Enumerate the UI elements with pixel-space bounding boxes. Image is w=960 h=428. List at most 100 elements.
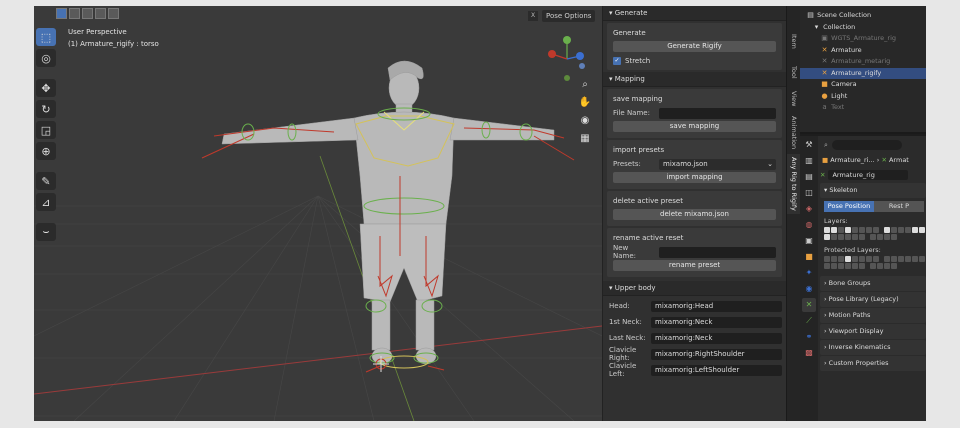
outliner-row-collection[interactable]: ▾ Collection [800,22,926,34]
layer-button[interactable] [831,256,837,262]
scale-icon[interactable]: ◲ [36,121,56,139]
pose-position-button[interactable]: Pose Position [824,201,874,212]
layer-button[interactable] [919,227,925,233]
object-props-icon[interactable]: ■ [802,250,816,264]
pose-relax-icon[interactable]: ⌣ [36,223,56,241]
annotate-icon[interactable]: ✎ [36,172,56,190]
transform-icon[interactable]: ⊕ [36,142,56,160]
bone-layers-grid[interactable] [820,227,926,240]
layer-button[interactable] [859,227,865,233]
pan-hand-icon[interactable]: ✋ [578,96,592,110]
layer-button[interactable] [838,227,844,233]
render-props-icon[interactable]: ▥ [802,154,816,168]
layer-button[interactable] [912,256,918,262]
texture-props-icon[interactable]: ▩ [802,346,816,360]
data-name-field[interactable]: Armature_rig [828,170,909,180]
layer-button[interactable] [845,227,851,233]
layer-button[interactable] [919,256,925,262]
clavicle-left-bone-field[interactable]: mixamorig:LeftShoulder [651,364,782,376]
3d-viewport[interactable]: X Pose Options User Perspective (1) Arma… [34,6,602,421]
tab-item[interactable]: Item [787,24,801,58]
cursor-icon[interactable]: ◎ [36,49,56,67]
inverse-kinematics-panel[interactable]: › Inverse Kinematics [820,340,926,355]
tool-props-icon[interactable]: ⚒ [802,138,816,152]
camera-view-icon[interactable]: ◉ [578,114,592,128]
layer-button[interactable] [838,234,844,240]
generate-rigify-button[interactable]: Generate Rigify [613,41,776,52]
bone-constraint-icon[interactable]: ⚭ [802,330,816,344]
layer-button[interactable] [852,256,858,262]
layer-button[interactable] [866,256,872,262]
tab-animation[interactable]: Animation [787,114,801,152]
layer-button[interactable] [831,227,837,233]
layer-button[interactable] [884,263,890,269]
layer-button[interactable] [852,227,858,233]
outliner-row-armature[interactable]: ✕ Armature [800,45,926,57]
pose-options-dropdown[interactable]: Pose Options [542,10,596,22]
physics-props-icon[interactable]: ◉ [802,282,816,296]
properties-search-input[interactable] [831,140,902,150]
layer-button[interactable] [859,234,865,240]
clavicle-right-bone-field[interactable]: mixamorig:RightShoulder [651,348,782,360]
last-neck-bone-field[interactable]: mixamorig:Neck [651,332,782,344]
rest-position-button[interactable]: Rest P [874,201,924,212]
armature-data-icon[interactable]: ✕ [802,298,816,312]
select-box-icon[interactable]: ⬚ [36,28,56,46]
properties-search[interactable]: ⌕ [820,138,926,152]
measure-icon[interactable]: ⊿ [36,193,56,211]
layer-button[interactable] [912,227,918,233]
outliner-row-text[interactable]: a Text [800,102,926,114]
layer-button[interactable] [838,256,844,262]
layer-button[interactable] [870,263,876,269]
layer-button[interactable] [838,263,844,269]
layer-button[interactable] [866,227,872,233]
navigation-gizmo[interactable] [542,34,592,84]
outliner-row-light[interactable]: ● Light [800,91,926,103]
collection-props-icon[interactable]: ▣ [802,234,816,248]
layer-button[interactable] [824,263,830,269]
presets-dropdown[interactable]: mixamo.json ⌄ [659,158,776,170]
rotate-icon[interactable]: ↻ [36,100,56,118]
layer-button[interactable] [873,256,879,262]
stretch-checkbox[interactable]: ✓ Stretch [613,55,776,67]
select-mode-extend-icon[interactable] [69,8,80,19]
motion-paths-panel[interactable]: › Motion Paths [820,308,926,323]
layer-button[interactable] [898,256,904,262]
layer-button[interactable] [873,227,879,233]
layer-button[interactable] [859,256,865,262]
world-props-icon[interactable]: ◍ [802,218,816,232]
layer-button[interactable] [898,227,904,233]
layer-button[interactable] [824,234,830,240]
mode-selector[interactable] [56,8,119,22]
layer-button[interactable] [905,227,911,233]
output-props-icon[interactable]: ▤ [802,170,816,184]
import-mapping-button[interactable]: import mapping [613,172,776,183]
layer-button[interactable] [824,227,830,233]
layer-button[interactable] [845,234,851,240]
viewport-display-panel[interactable]: › Viewport Display [820,324,926,339]
layer-button[interactable] [824,256,830,262]
head-bone-field[interactable]: mixamorig:Head [651,300,782,312]
move-icon[interactable]: ✥ [36,79,56,97]
outliner-row-scene-collection[interactable]: ▤ Scene Collection [800,10,926,22]
layer-button[interactable] [884,234,890,240]
select-mode-new-icon[interactable] [56,8,67,19]
x-mirror-toggle[interactable]: X [528,11,538,21]
tab-any-rig-to-rigify[interactable]: Any Rig to Rigify [787,154,801,214]
perspective-grid-icon[interactable]: ▦ [578,132,592,146]
protected-layers-grid[interactable] [820,256,926,269]
custom-properties-panel[interactable]: › Custom Properties [820,356,926,371]
select-mode-intersect-icon[interactable] [108,8,119,19]
layer-button[interactable] [891,227,897,233]
bone-groups-panel[interactable]: › Bone Groups [820,276,926,291]
save-mapping-button[interactable]: save mapping [613,121,776,132]
tab-view[interactable]: View [787,86,801,112]
select-mode-invert-icon[interactable] [95,8,106,19]
file-name-input[interactable] [659,107,776,119]
tab-tool[interactable]: Tool [787,60,801,84]
layer-button[interactable] [845,263,851,269]
layer-button[interactable] [877,263,883,269]
layer-button[interactable] [884,227,890,233]
zoom-icon[interactable]: ⌕ [578,78,592,92]
delete-preset-button[interactable]: delete mixamo.json [613,209,776,220]
